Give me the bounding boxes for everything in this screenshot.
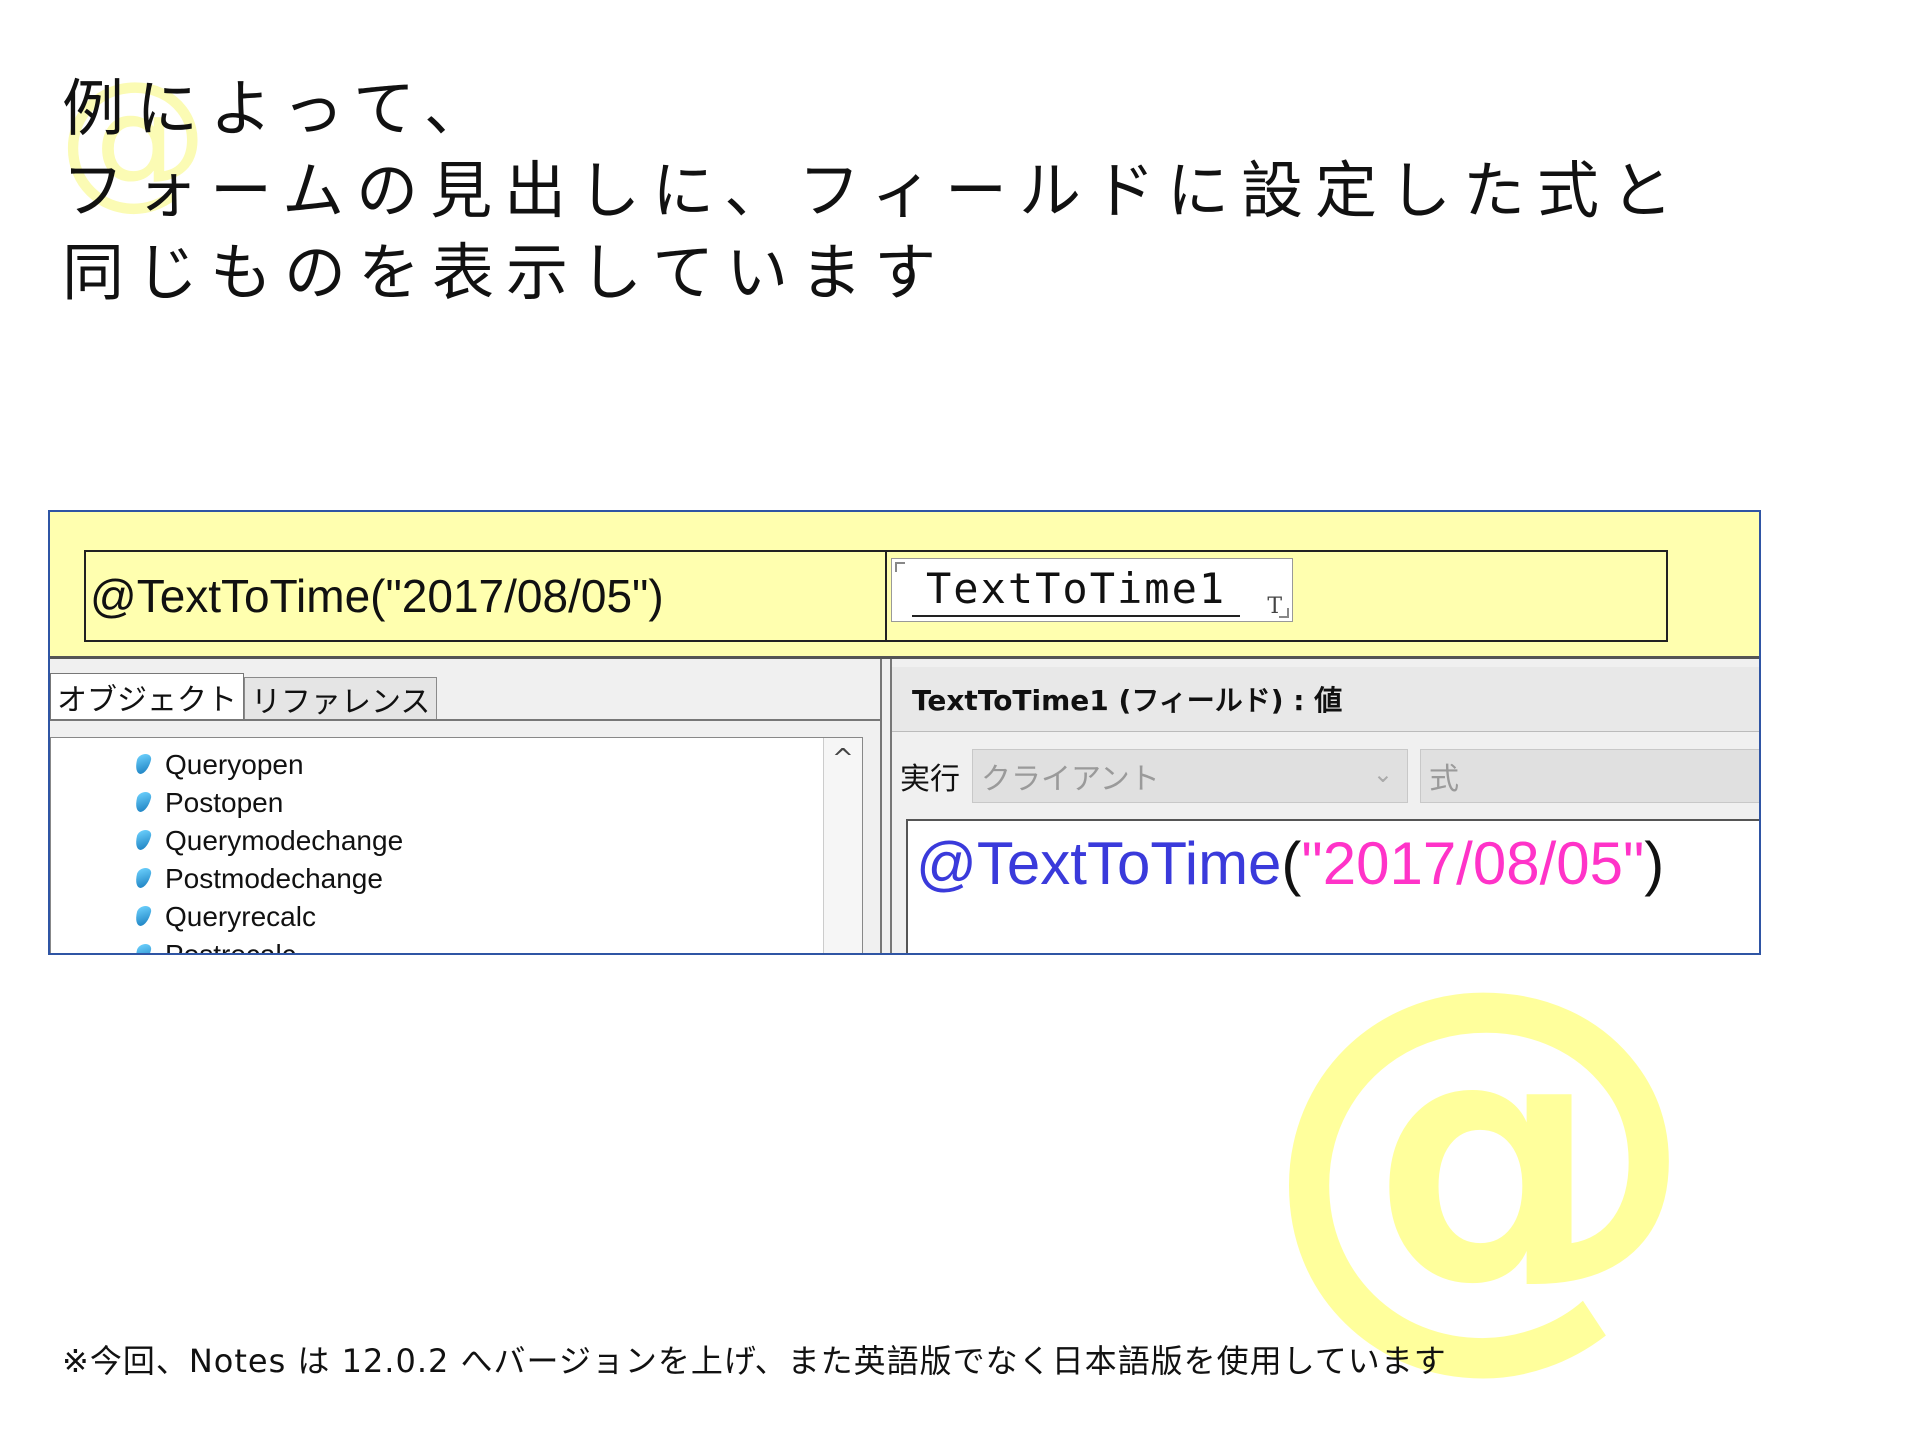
event-icon <box>133 752 155 778</box>
object-header: TextToTime1 (フィールド) : 値 <box>892 667 1759 732</box>
event-icon <box>133 904 155 930</box>
list-item-postmodechange[interactable]: Postmodechange <box>133 860 383 898</box>
form-caption-text: @TextToTime("2017/08/05") <box>90 570 664 622</box>
programmer-pane: オブジェクト リファレンス Queryopen Postopen Querymo… <box>50 656 1759 955</box>
event-label: Postmodechange <box>165 863 383 894</box>
objects-pane: オブジェクト リファレンス Queryopen Postopen Querymo… <box>50 659 880 955</box>
slide-title-line-2: フォームの見出しに、フィールドに設定した式と <box>62 154 1686 227</box>
script-pane: TextToTime1 (フィールド) : 値 実行 クライアント ⌄ 式 @T… <box>892 659 1759 953</box>
event-label: Postopen <box>165 787 284 818</box>
list-item-querymodechange[interactable]: Querymodechange <box>133 822 403 860</box>
run-label: 実行 <box>900 762 960 797</box>
tab-objects[interactable]: オブジェクト <box>50 673 244 719</box>
form-layout-table: @TextToTime("2017/08/05") TextToTime1 T <box>84 550 1668 642</box>
field-textToTime1[interactable]: TextToTime1 T <box>891 558 1293 622</box>
event-label: Querymodechange <box>165 825 404 856</box>
field-name-label: TextToTime1 <box>912 564 1241 617</box>
event-icon <box>133 942 155 953</box>
field-corner-top-left <box>895 562 905 572</box>
form-field-cell: TextToTime1 T <box>887 552 1666 640</box>
formula-open-paren: ( <box>1281 830 1302 897</box>
event-list[interactable]: Queryopen Postopen Querymodechange Postm… <box>50 737 863 955</box>
object-header-label: TextToTime1 (フィールド) : 値 <box>912 684 1343 717</box>
event-icon <box>133 790 155 816</box>
list-scrollbar[interactable]: ^ <box>823 738 862 953</box>
tab-divider <box>50 719 880 721</box>
objects-tabs: オブジェクト リファレンス <box>50 673 438 720</box>
list-item-postrecalc[interactable]: Postrecalc <box>133 936 296 955</box>
event-icon <box>133 828 155 854</box>
event-label: Queryrecalc <box>165 901 316 932</box>
watermark-at-icon-large: @ <box>1260 894 1700 1406</box>
list-item-queryrecalc[interactable]: Queryrecalc <box>133 898 316 936</box>
pane-splitter[interactable] <box>880 659 892 953</box>
slide-title-line-1: 例によって、 <box>62 72 498 145</box>
language-select[interactable]: 式 <box>1420 749 1759 803</box>
scroll-up-icon[interactable]: ^ <box>832 744 854 774</box>
language-value: 式 <box>1429 762 1459 797</box>
run-target-value: クライアント <box>981 762 1160 797</box>
formula-argument: "2017/08/05" <box>1301 830 1645 897</box>
list-item-postopen[interactable]: Postopen <box>133 784 283 822</box>
tab-reference[interactable]: リファレンス <box>244 677 438 720</box>
run-row: 実行 クライアント ⌄ 式 <box>900 749 1759 803</box>
event-label: Postrecalc <box>165 939 296 955</box>
event-icon <box>133 866 155 892</box>
field-corner-bottom-right <box>1279 608 1289 618</box>
notes-designer-screenshot: @TextToTime("2017/08/05") TextToTime1 T … <box>48 510 1761 955</box>
form-caption-cell: @TextToTime("2017/08/05") <box>86 552 887 640</box>
run-target-select[interactable]: クライアント ⌄ <box>972 749 1408 803</box>
formula-function: @TextToTime <box>916 830 1282 897</box>
list-item-queryopen[interactable]: Queryopen <box>133 746 304 784</box>
event-label: Queryopen <box>165 749 304 780</box>
formula-close-paren: ) <box>1644 830 1665 897</box>
chevron-down-icon: ⌄ <box>1372 760 1393 788</box>
formula-editor[interactable]: @TextToTime("2017/08/05") <box>906 819 1759 953</box>
slide-title: 例によって、 フォームの見出しに、フィールドに設定した式と 同じものを表示してい… <box>62 68 1685 314</box>
slide-title-line-3: 同じものを表示しています <box>62 236 949 309</box>
footnote: ※今回、Notes は 12.0.2 へバージョンを上げ、また英語版でなく日本語… <box>62 1342 1447 1380</box>
